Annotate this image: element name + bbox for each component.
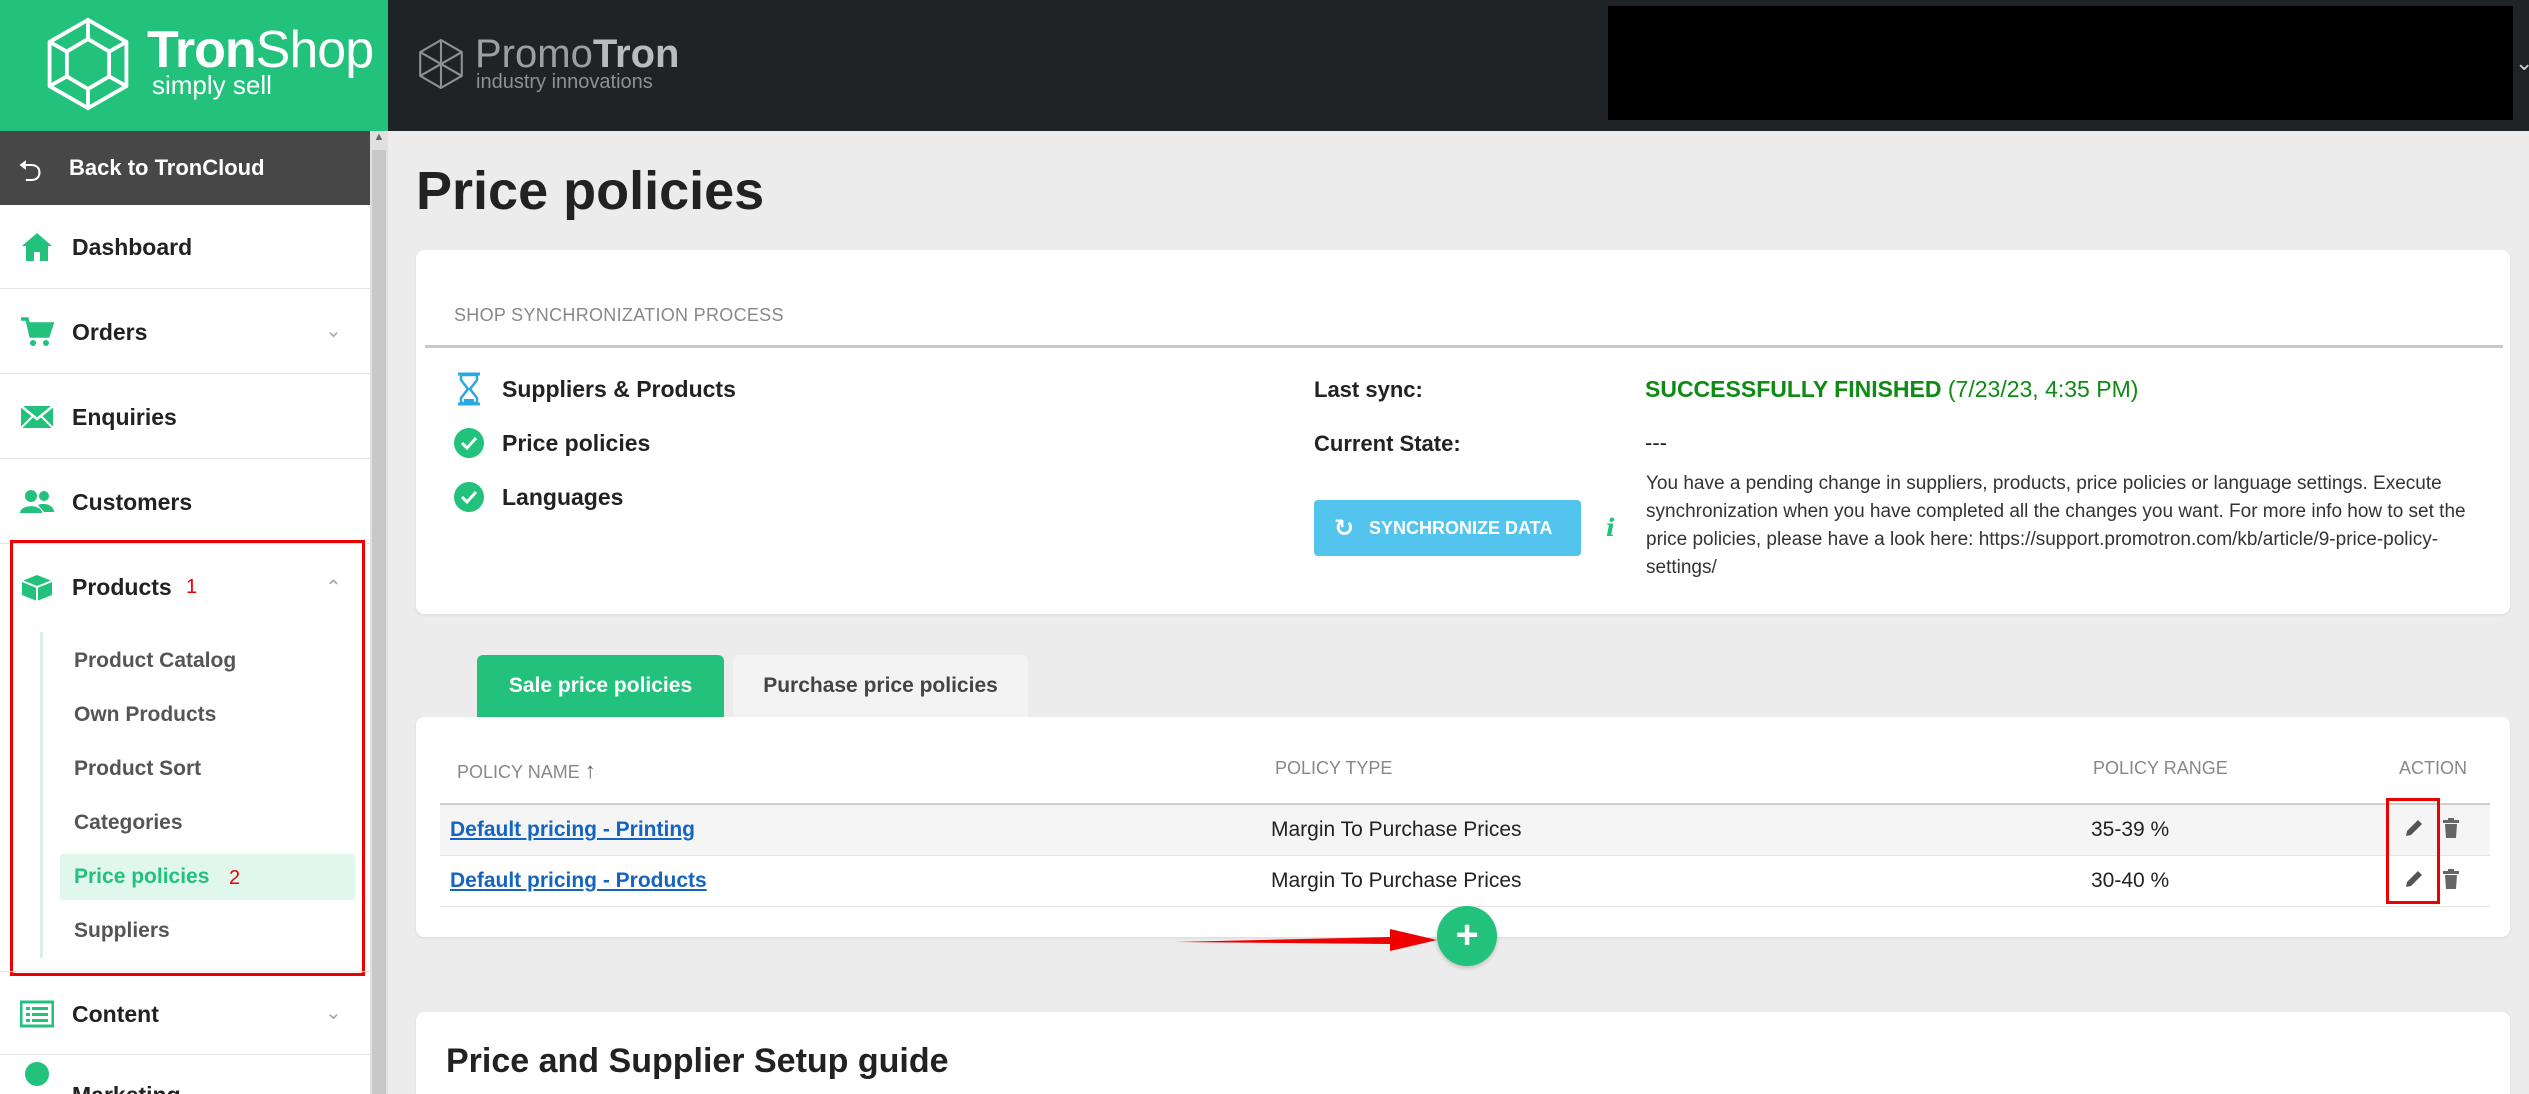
- current-state-value: ---: [1645, 430, 1667, 455]
- sidebar-item-label: Enquiries: [72, 404, 177, 430]
- check-circle-icon: [454, 428, 484, 458]
- sync-divider: [425, 345, 2503, 348]
- back-arrow-icon: ⮌: [18, 155, 43, 188]
- chevron-down-icon[interactable]: ⌄: [2515, 50, 2529, 76]
- tab-purchase-price-policies[interactable]: Purchase price policies: [733, 655, 1028, 717]
- refresh-icon: ↻: [1334, 515, 1355, 542]
- promotron-tagline: industry innovations: [476, 71, 653, 93]
- sidebar-item-orders[interactable]: Orders ⌄: [0, 290, 370, 374]
- chevron-down-icon: ⌄: [325, 320, 342, 342]
- tronshop-logo-icon: [47, 17, 129, 111]
- sync-item-languages: Languages: [502, 484, 624, 510]
- back-to-troncloud-button[interactable]: ⮌ Back to TronCloud: [0, 131, 370, 205]
- sort-arrow-icon: ↑: [584, 758, 596, 783]
- column-header-policy-range[interactable]: POLICY RANGE: [2093, 758, 2228, 779]
- policy-link-products[interactable]: Default pricing - Products: [450, 869, 707, 893]
- annotation-arrow: [1175, 929, 1437, 951]
- last-sync-label: Last sync:: [1314, 377, 1423, 402]
- policy-type-cell: Margin To Purchase Prices: [1271, 869, 1522, 892]
- hourglass-icon: [458, 372, 480, 406]
- cart-icon: [21, 317, 54, 346]
- policy-range-cell: 30-40 %: [2091, 869, 2170, 892]
- page-title: Price policies: [416, 161, 765, 221]
- envelope-icon: [20, 405, 54, 429]
- delete-trash-icon[interactable]: [2439, 867, 2463, 891]
- sync-item-suppliers-products: Suppliers & Products: [502, 376, 736, 402]
- policy-type-cell: Margin To Purchase Prices: [1271, 818, 1522, 841]
- add-policy-button[interactable]: +: [1437, 906, 1497, 966]
- sidebar-item-label: Marketing: [72, 1082, 181, 1094]
- sidebar-item-content[interactable]: Content ⌄: [0, 971, 370, 1055]
- sidebar-item-enquiries[interactable]: Enquiries: [0, 375, 370, 459]
- back-label: Back to TronCloud: [69, 155, 265, 180]
- sync-heading: SHOP SYNCHRONIZATION PROCESS: [454, 305, 784, 325]
- current-state-label: Current State:: [1314, 431, 1461, 456]
- annotation-highlight-box: [10, 540, 365, 976]
- sidebar-item-marketing[interactable]: Marketing: [0, 1056, 370, 1094]
- policy-range-cell: 35-39 %: [2091, 818, 2170, 841]
- synchronize-data-button[interactable]: ↻ SYNCHRONIZE DATA: [1314, 500, 1581, 556]
- pending-change-notice: You have a pending change in suppliers, …: [1646, 473, 2466, 578]
- redacted-user-area[interactable]: [1608, 6, 2513, 120]
- scrollbar-thumb[interactable]: [372, 150, 386, 1094]
- logo-tagline: simply sell: [152, 70, 272, 100]
- check-circle-icon: [454, 482, 484, 512]
- sidebar-item-label: Content: [72, 1001, 159, 1027]
- users-icon: [20, 490, 54, 513]
- sidebar-item-dashboard[interactable]: Dashboard: [0, 205, 370, 289]
- sidebar-item-label: Dashboard: [72, 234, 193, 260]
- sync-item-price-policies: Price policies: [502, 430, 651, 456]
- promotron-logo-icon: [419, 38, 463, 90]
- chevron-down-icon: ⌄: [325, 1002, 342, 1024]
- marketing-icon: [25, 1062, 49, 1086]
- list-icon: [20, 1000, 54, 1028]
- column-header-policy-type[interactable]: POLICY TYPE: [1275, 758, 1392, 779]
- home-icon: [22, 233, 52, 261]
- info-icon[interactable]: i: [1606, 513, 1615, 542]
- scroll-up-icon[interactable]: ▲: [371, 131, 387, 147]
- tab-sale-price-policies[interactable]: Sale price policies: [477, 655, 724, 717]
- last-sync-status: SUCCESSFULLY FINISHED (7/23/23, 4:35 PM): [1645, 376, 2139, 402]
- column-header-policy-name[interactable]: POLICY NAME ↑: [457, 758, 596, 784]
- sidebar-item-label: Customers: [72, 489, 193, 515]
- delete-trash-icon[interactable]: [2439, 816, 2463, 840]
- sidebar-item-label: Orders: [72, 319, 148, 345]
- policy-link-printing[interactable]: Default pricing - Printing: [450, 818, 695, 842]
- setup-guide-title: Price and Supplier Setup guide: [446, 1042, 949, 1080]
- sidebar-item-customers[interactable]: Customers: [0, 460, 370, 544]
- annotation-edit-box: [2386, 798, 2440, 904]
- sync-button-label: SYNCHRONIZE DATA: [1369, 518, 1553, 538]
- column-header-action: ACTION: [2399, 758, 2468, 778]
